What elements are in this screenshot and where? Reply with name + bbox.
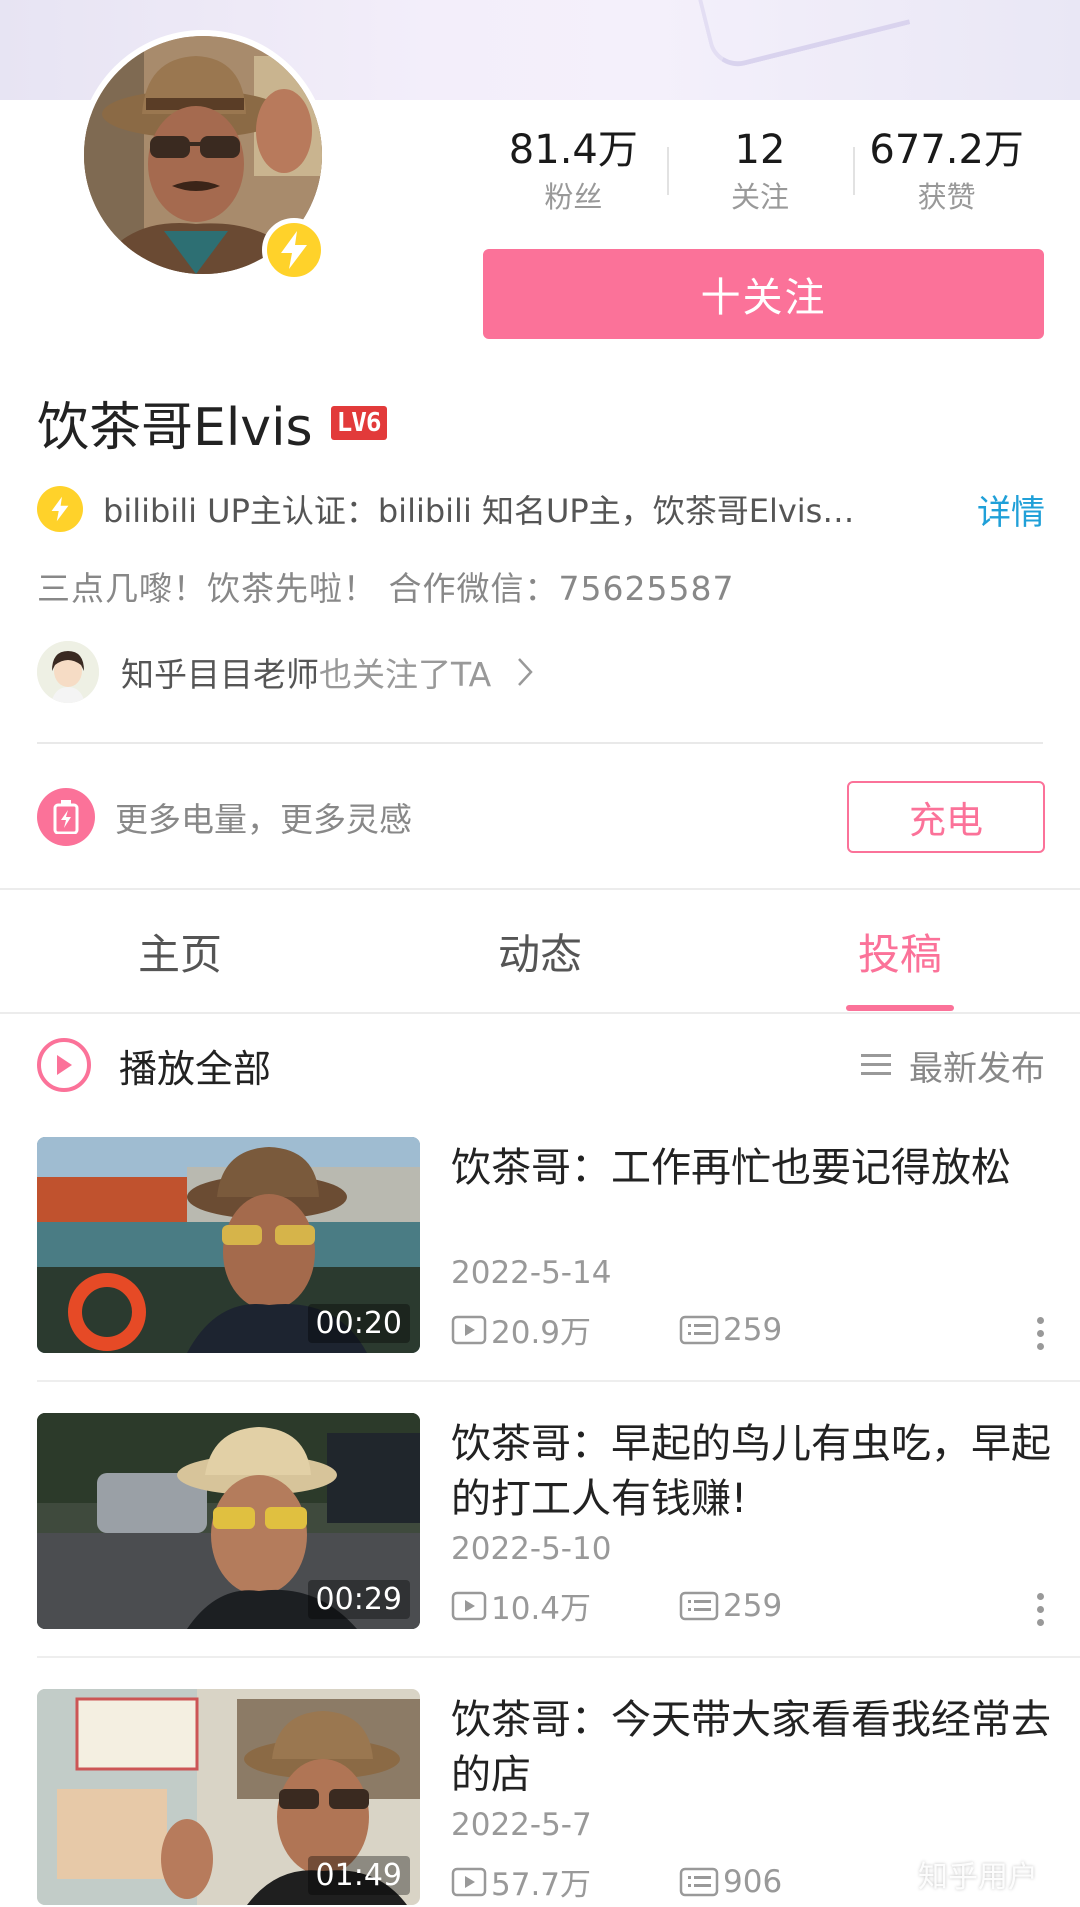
comment-icon xyxy=(679,1591,719,1620)
view-count: 20.9万 xyxy=(451,1307,591,1352)
video-item[interactable]: 00:29 饮茶哥：早起的鸟儿有虫吃，早起的打工人有钱赚! 2022-5-10 … xyxy=(37,1413,1080,1629)
comment-count-value: 906 xyxy=(723,1863,783,1900)
comment-count: 906 xyxy=(679,1864,782,1900)
certification-detail-link[interactable]: 详情 xyxy=(977,485,1045,534)
stat-likes[interactable]: 677.2万 获赞 xyxy=(853,125,1040,225)
charge-text: 更多电量，更多灵感 xyxy=(115,800,412,839)
bio-text: 三点几嚟！饮茶先啦！ 合作微信：75625587 xyxy=(37,569,735,608)
view-count-value: 20.9万 xyxy=(491,1315,592,1351)
video-thumbnail[interactable]: 00:20 xyxy=(37,1137,420,1353)
comment-icon xyxy=(679,1867,719,1896)
divider xyxy=(37,742,1043,744)
follow-button[interactable]: 十关注 xyxy=(483,249,1044,339)
stat-following[interactable]: 12 关注 xyxy=(666,125,854,225)
video-item[interactable]: 00:20 饮茶哥：工作再忙也要记得放松 2022-5-14 20.9万 259 xyxy=(37,1137,1080,1353)
video-thumbnail[interactable]: 00:29 xyxy=(37,1413,420,1629)
tabs-border xyxy=(0,1012,1080,1014)
mutual-follow-text: 知乎目目老师也关注了TA xyxy=(121,648,491,696)
mutual-name: 知乎目目老师 xyxy=(121,655,319,694)
play-circle-icon[interactable] xyxy=(37,1038,91,1092)
certification-text: bilibili UP主认证：bilibili 知名UP主，饮茶哥Elvis… xyxy=(103,492,855,530)
stat-label: 获赞 xyxy=(917,180,976,214)
mutual-follow-row[interactable]: 知乎目目老师也关注了TA xyxy=(37,641,533,703)
divider xyxy=(37,1380,1080,1382)
video-meta: 10.4万 259 xyxy=(451,1583,782,1628)
video-thumbnail[interactable]: 01:49 xyxy=(37,1689,420,1905)
play-all-button[interactable]: 播放全部 xyxy=(119,1038,271,1093)
video-title[interactable]: 饮茶哥：工作再忙也要记得放松 xyxy=(451,1141,1051,1196)
video-date: 2022-5-10 xyxy=(451,1531,612,1567)
stat-value: 12 xyxy=(734,127,786,173)
play-count-icon xyxy=(451,1867,487,1896)
sort-selector[interactable]: 最新发布 xyxy=(861,1041,1045,1090)
video-title[interactable]: 饮茶哥：早起的鸟儿有虫吃，早起的打工人有钱赚! xyxy=(451,1417,1051,1527)
user-name: 饮茶哥Elvis xyxy=(37,398,313,458)
stat-value: 677.2万 xyxy=(869,127,1024,173)
tab-home[interactable]: 主页 xyxy=(0,890,360,1012)
profile-stats: 81.4万 粉丝 12 关注 677.2万 获赞 xyxy=(480,125,1040,225)
tab-dynamics[interactable]: 动态 xyxy=(360,890,720,1012)
view-count: 57.7万 xyxy=(451,1859,591,1904)
play-count-icon xyxy=(451,1315,487,1344)
mutual-avatar xyxy=(37,641,99,703)
stat-label: 粉丝 xyxy=(544,180,603,214)
list-icon xyxy=(861,1052,893,1078)
mutual-suffix: 也关注了TA xyxy=(319,655,492,694)
comment-count: 259 xyxy=(679,1588,782,1624)
video-date: 2022-5-7 xyxy=(451,1807,592,1843)
video-meta: 57.7万 906 xyxy=(451,1859,782,1904)
profile-tabs: 主页 动态 投稿 xyxy=(0,890,1080,1012)
sort-label: 最新发布 xyxy=(909,1048,1045,1089)
chevron-right-icon xyxy=(517,657,533,687)
certification-row: bilibili UP主认证：bilibili 知名UP主，饮茶哥Elvis… … xyxy=(37,483,1045,535)
video-date: 2022-5-14 xyxy=(451,1255,612,1291)
charge-row: 更多电量，更多灵感 充电 xyxy=(37,780,1045,854)
more-icon[interactable] xyxy=(1037,1317,1044,1350)
battery-icon xyxy=(37,788,95,846)
profile-page: 81.4万 粉丝 12 关注 677.2万 获赞 十关注 饮茶哥Elvis LV… xyxy=(0,0,1080,1907)
comment-count-value: 259 xyxy=(723,1587,783,1624)
list-header: 播放全部 最新发布 xyxy=(37,1034,1045,1096)
video-duration: 01:49 xyxy=(307,1856,410,1895)
tab-uploads[interactable]: 投稿 xyxy=(720,890,1080,1012)
lightning-icon xyxy=(37,486,83,532)
video-duration: 00:29 xyxy=(307,1580,410,1619)
comment-icon xyxy=(679,1315,719,1344)
stat-value: 81.4万 xyxy=(508,127,638,173)
video-duration: 00:20 xyxy=(307,1304,410,1343)
name-row: 饮茶哥Elvis LV6 xyxy=(37,385,387,460)
comment-count-value: 259 xyxy=(723,1311,783,1348)
stat-label: 关注 xyxy=(731,180,790,214)
video-meta: 20.9万 259 xyxy=(451,1307,782,1352)
play-count-icon xyxy=(451,1591,487,1620)
view-count-value: 10.4万 xyxy=(491,1591,592,1627)
level-badge: LV6 xyxy=(330,405,387,440)
video-title[interactable]: 饮茶哥：今天带大家看看我经常去的店 xyxy=(451,1693,1051,1803)
verified-lightning-badge xyxy=(262,218,326,282)
more-icon[interactable] xyxy=(1037,1593,1044,1626)
view-count-value: 57.7万 xyxy=(491,1867,592,1903)
lightning-icon xyxy=(281,231,307,269)
watermark: 知乎用户 xyxy=(918,1860,1038,1895)
banner-decoration xyxy=(689,0,911,73)
divider xyxy=(37,1656,1080,1658)
charge-button[interactable]: 充电 xyxy=(847,781,1045,853)
stat-fans[interactable]: 81.4万 粉丝 xyxy=(480,125,667,225)
comment-count: 259 xyxy=(679,1312,782,1348)
view-count: 10.4万 xyxy=(451,1583,591,1628)
